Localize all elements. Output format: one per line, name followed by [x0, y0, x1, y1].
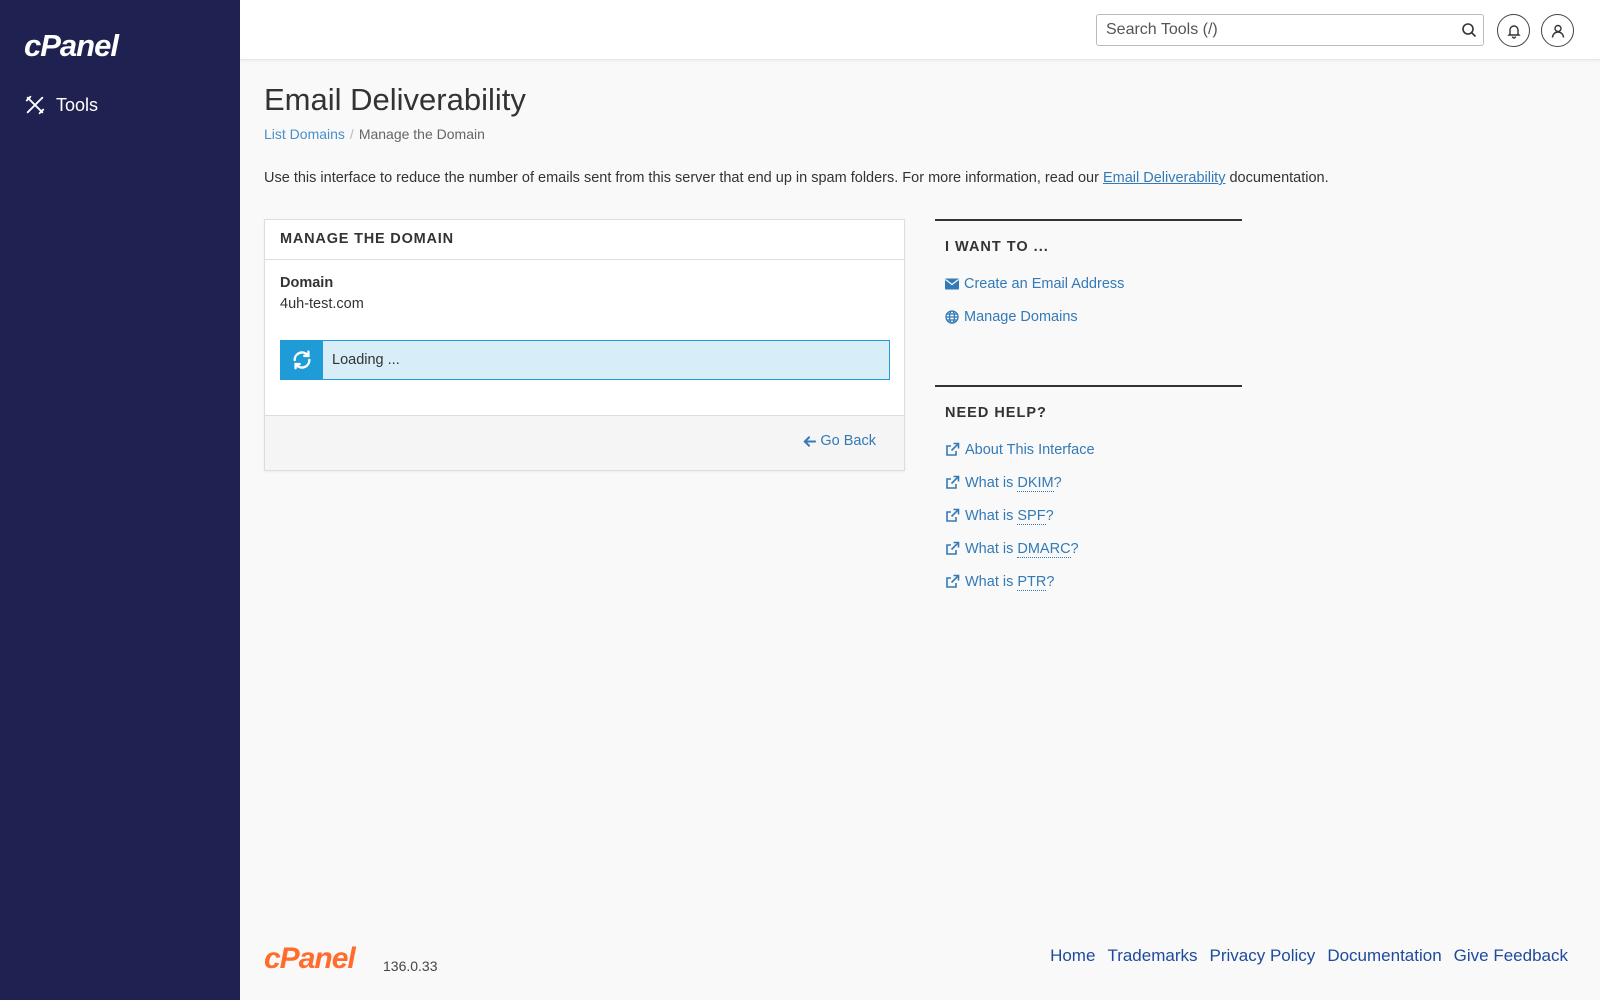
list-item: What is DKIM? — [945, 466, 1242, 499]
link-label: What is DMARC? — [965, 540, 1079, 558]
external-link-icon — [946, 508, 960, 522]
tools-icon — [25, 95, 45, 115]
need-help-section: NEED HELP? About This Interface What is … — [935, 385, 1242, 598]
cpanel-logo[interactable]: cPanel — [24, 28, 119, 64]
go-back-link[interactable]: Go Back — [803, 433, 876, 449]
what-is-text: What is — [965, 474, 1018, 491]
panel-heading: MANAGE THE DOMAIN — [265, 220, 904, 260]
panel-body: Domain 4uh-test.com Loading ... — [265, 260, 904, 416]
link-label: Create an Email Address — [964, 275, 1125, 292]
link-label: What is PTR? — [965, 573, 1055, 591]
i-want-to-heading: I WANT TO ... — [945, 239, 1049, 255]
what-is-ptr-link[interactable]: What is PTR? — [945, 573, 1055, 591]
footer-link-home[interactable]: Home — [1050, 946, 1095, 966]
what-is-text: What is — [965, 573, 1018, 590]
footer-version: 136.0.33 — [383, 958, 438, 974]
what-is-text: What is — [965, 540, 1018, 557]
list-item: About This Interface — [945, 433, 1242, 466]
external-link-icon — [946, 442, 960, 456]
notifications-button[interactable] — [1497, 14, 1530, 47]
breadcrumb-current: Manage the Domain — [358, 126, 485, 142]
what-is-spf-link[interactable]: What is SPF? — [945, 507, 1054, 525]
need-help-list: About This Interface What is DKIM? What … — [945, 433, 1242, 598]
link-label: What is DKIM? — [965, 474, 1062, 492]
footer-link-privacy-policy[interactable]: Privacy Policy — [1210, 946, 1316, 966]
breadcrumb-separator: / — [349, 126, 354, 142]
dmarc-abbr: DMARC — [1017, 540, 1071, 558]
ptr-abbr: PTR — [1017, 573, 1047, 591]
description-text-after: documentation. — [1225, 170, 1329, 186]
list-item: What is PTR? — [945, 565, 1242, 598]
i-want-to-section: I WANT TO ... Create an Email Address Ma… — [935, 219, 1242, 333]
sidebar-item-label: Tools — [56, 94, 99, 115]
domain-label: Domain — [280, 275, 334, 291]
link-label: About This Interface — [965, 441, 1095, 458]
need-help-heading: NEED HELP? — [945, 405, 1047, 421]
question-mark: ? — [1053, 474, 1062, 491]
page-title: Email Deliverability — [264, 82, 526, 117]
breadcrumb-list-domains[interactable]: List Domains — [264, 126, 345, 142]
footer-link-documentation[interactable]: Documentation — [1327, 946, 1441, 966]
footer-link-give-feedback[interactable]: Give Feedback — [1454, 946, 1568, 966]
create-email-address-link[interactable]: Create an Email Address — [945, 276, 1124, 292]
sidebar-item-tools[interactable]: Tools — [24, 94, 98, 116]
panel-footer: Go Back — [265, 415, 904, 470]
loading-text: Loading ... — [332, 352, 400, 368]
about-interface-link[interactable]: About This Interface — [945, 442, 1095, 458]
search-icon[interactable] — [1455, 22, 1483, 38]
link-label: What is SPF? — [965, 507, 1054, 525]
user-menu-button[interactable] — [1541, 14, 1574, 47]
spf-abbr: SPF — [1017, 507, 1046, 525]
dkim-abbr: DKIM — [1017, 474, 1054, 492]
search-box — [1096, 14, 1484, 46]
list-item: Manage Domains — [945, 300, 1242, 333]
go-back-label: Go Back — [820, 433, 876, 449]
external-link-icon — [946, 574, 960, 588]
email-deliverability-doc-link[interactable]: Email Deliverability — [1103, 170, 1225, 186]
link-label: Manage Domains — [964, 308, 1078, 325]
footer-cpanel-logo[interactable]: cPanel — [264, 944, 356, 974]
question-mark: ? — [1045, 507, 1054, 524]
arrow-left-icon — [803, 435, 817, 447]
external-link-icon — [946, 475, 960, 489]
list-item: Create an Email Address — [945, 267, 1242, 300]
breadcrumb: List Domains / Manage the Domain — [264, 126, 485, 142]
manage-domain-panel: MANAGE THE DOMAIN Domain 4uh-test.com Lo… — [264, 219, 905, 471]
refresh-icon — [281, 341, 323, 379]
what-is-dkim-link[interactable]: What is DKIM? — [945, 474, 1062, 492]
top-bar — [240, 0, 1600, 60]
what-is-text: What is — [965, 507, 1018, 524]
page-description: Use this interface to reduce the number … — [264, 170, 1329, 186]
bell-icon — [1506, 24, 1521, 39]
manage-domains-link[interactable]: Manage Domains — [945, 309, 1078, 325]
question-mark: ? — [1046, 573, 1055, 590]
footer-link-trademarks[interactable]: Trademarks — [1107, 946, 1197, 966]
user-icon — [1551, 24, 1564, 38]
description-text-before: Use this interface to reduce the number … — [264, 170, 1103, 186]
search-input[interactable] — [1097, 15, 1455, 45]
sidebar: cPanel Tools — [0, 0, 240, 1000]
external-link-icon — [946, 541, 960, 555]
loading-alert: Loading ... — [280, 340, 890, 380]
what-is-dmarc-link[interactable]: What is DMARC? — [945, 540, 1079, 558]
question-mark: ? — [1070, 540, 1079, 557]
envelope-icon — [945, 278, 959, 289]
list-item: What is SPF? — [945, 499, 1242, 532]
globe-icon — [945, 309, 959, 324]
list-item: What is DMARC? — [945, 532, 1242, 565]
footer-links: Home Trademarks Privacy Policy Documenta… — [1050, 946, 1568, 966]
i-want-to-list: Create an Email Address Manage Domains — [945, 267, 1242, 333]
domain-value: 4uh-test.com — [280, 296, 364, 312]
